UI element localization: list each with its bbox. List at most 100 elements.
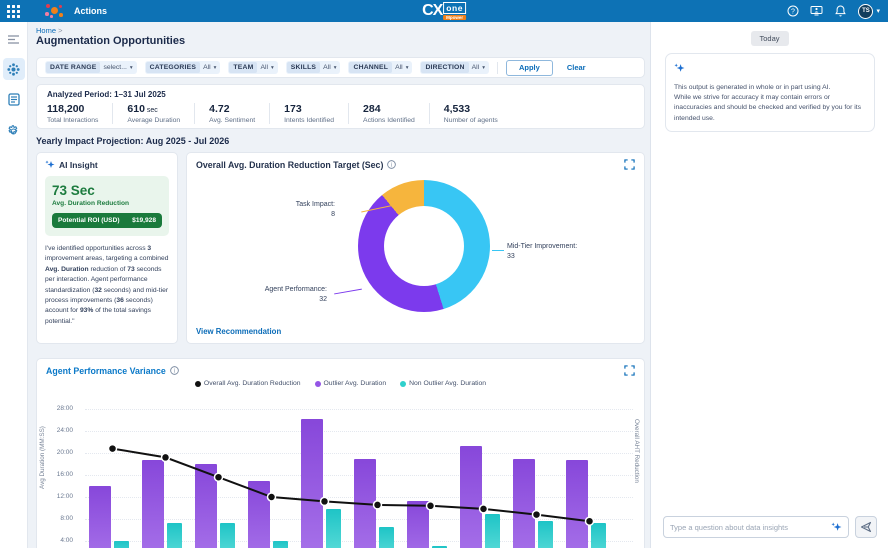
help-icon[interactable]: ? [786, 5, 799, 18]
sidebar-item-automation[interactable] [3, 58, 25, 80]
cxone-logo-cx: CX [422, 3, 442, 19]
y-axis-tick-left: 28:00 [47, 405, 73, 412]
filter-skills[interactable]: SKILLSAll▾ [286, 61, 341, 74]
donut-chart-title: Overall Avg. Duration Reduction Target (… [196, 160, 383, 170]
y-axis-tick-left: 16:00 [47, 471, 73, 478]
expand-icon[interactable] [624, 159, 635, 170]
stat-value: 4,533 [444, 103, 498, 115]
filter-channel[interactable]: CHANNELAll▾ [348, 61, 412, 74]
overall-reduction-line [85, 399, 633, 548]
line-data-point [268, 493, 276, 501]
top-bar: Actions CX one Mpower ? TS ▾ [0, 0, 888, 22]
roi-label: Potential ROI (USD) [58, 217, 120, 224]
screen-share-icon[interactable] [810, 5, 823, 18]
sidebar-item-menu[interactable] [3, 28, 25, 50]
user-menu[interactable]: TS ▾ [858, 4, 880, 19]
donut-chart: Task Impact:8 Mid-Tier Improvement:33 Ag… [196, 170, 635, 322]
donut-label-value: 8 [296, 210, 335, 220]
breadcrumb-separator: > [58, 26, 62, 35]
line-data-point [215, 473, 223, 481]
cxone-logo: CX one Mpower [422, 0, 466, 22]
info-icon[interactable]: i [387, 160, 396, 169]
stat-average-duration: 610 sec Average Duration [112, 103, 194, 124]
legend-item-non-outlier-avg-duration[interactable]: Non Outlier Avg. Duration [400, 380, 486, 387]
filter-value: All [257, 64, 271, 71]
page-title: Augmentation Opportunities [36, 35, 185, 47]
main-content: Home > Augmentation Opportunities DATE R… [28, 22, 650, 548]
view-recommendation-link[interactable]: View Recommendation [196, 327, 281, 336]
stat-intents-identified: 173Intents Identified [269, 103, 348, 124]
filter-value: All [469, 64, 483, 71]
stat-label: Avg. Sentiment [209, 117, 255, 124]
analyzed-period-title: Analyzed Period: 1–31 Jul 2025 [47, 90, 634, 99]
notifications-bell-icon[interactable] [834, 5, 847, 18]
legend-item-overall-avg-duration-reduction[interactable]: Overall Avg. Duration Reduction [195, 380, 301, 387]
filter-date-range[interactable]: DATE RANGEselect...▾ [45, 61, 137, 74]
chat-input[interactable]: Type a question about data insights [663, 516, 849, 538]
ai-insight-title: AI Insight [59, 160, 98, 170]
analyzed-period-card: Analyzed Period: 1–31 Jul 2025 118,200To… [36, 84, 645, 129]
filter-divider [497, 62, 498, 74]
stat-label: Average Duration [127, 117, 180, 124]
filter-team[interactable]: TEAMAll▾ [228, 61, 277, 74]
chevron-down-icon: ▾ [406, 65, 411, 71]
ai-assistant-panel: Today This output is generated in whole … [650, 22, 888, 548]
donut-connector [492, 250, 504, 251]
filter-label: SKILLS [287, 62, 320, 73]
donut-connector [334, 289, 362, 295]
expand-icon[interactable] [624, 365, 635, 376]
ai-sparkle-icon[interactable] [831, 522, 842, 533]
info-icon[interactable]: i [170, 366, 179, 375]
cxone-logo-sub: Mpower [443, 15, 466, 20]
chevron-down-icon: ▾ [214, 65, 219, 71]
duration-reduction-label: Avg. Duration Reduction [52, 200, 162, 207]
chevron-down-icon: ▾ [482, 65, 487, 71]
stat-label: Total Interactions [47, 117, 98, 124]
y-axis-tick-left: 20:00 [47, 449, 73, 456]
icon-sidebar [0, 22, 28, 548]
breadcrumb[interactable]: Home > [36, 26, 63, 35]
filter-label: DIRECTION [421, 62, 468, 73]
clear-button[interactable]: Clear [567, 63, 586, 72]
sidebar-item-settings[interactable] [3, 118, 25, 140]
cxone-logo-one: one [443, 2, 466, 14]
filter-label: TEAM [229, 62, 257, 73]
today-chip: Today [750, 31, 788, 46]
filter-direction[interactable]: DIRECTIONAll▾ [420, 61, 489, 74]
legend-item-outlier-avg-duration[interactable]: Outlier Avg. Duration [315, 380, 387, 387]
app-window: Actions CX one Mpower ? TS ▾ [0, 0, 888, 548]
sidebar-item-reports[interactable] [3, 88, 25, 110]
breadcrumb-home[interactable]: Home [36, 26, 56, 35]
ai-disclaimer-text: This output is generated in whole or in … [674, 83, 866, 124]
y-axis-tick-left: 8:00 [47, 515, 73, 522]
donut-label-text: Agent Performance: [265, 285, 327, 295]
stat-value: 610 sec [127, 103, 180, 115]
send-button[interactable] [855, 516, 877, 538]
avatar[interactable]: TS [858, 4, 873, 19]
ai-disclaimer-card: This output is generated in whole or in … [665, 53, 875, 132]
donut-label-value: 33 [507, 252, 577, 262]
filter-value: All [320, 64, 334, 71]
stat-label: Intents Identified [284, 117, 334, 124]
legend-label: Overall Avg. Duration Reduction [204, 380, 301, 387]
donut-label-value: 32 [265, 295, 327, 305]
stat-avg.-sentiment: 4.72Avg. Sentiment [194, 103, 269, 124]
roi-pill: Potential ROI (USD) $19,928 [52, 213, 162, 228]
bar-chart-plot: 28:00324:002.520:00216:001.512:0018:000.… [85, 399, 633, 548]
line-data-point [321, 497, 329, 505]
app-launcher-icon[interactable] [7, 5, 20, 18]
filter-categories[interactable]: CATEGORIESAll▾ [145, 61, 221, 74]
ai-insight-card: AI Insight 73 Sec Avg. Duration Reductio… [36, 152, 178, 344]
y-axis-tick-left: 12:00 [47, 493, 73, 500]
stat-value: 284 [363, 103, 415, 115]
stats-row: 118,200Total Interactions 610 sec Average … [47, 103, 634, 124]
filter-label: CHANNEL [349, 62, 392, 73]
actions-logo-icon [44, 3, 64, 19]
chevron-down-icon: ▾ [876, 7, 880, 15]
ai-insight-paragraph: I've identified opportunities across 3 i… [45, 244, 169, 327]
apply-button[interactable]: Apply [506, 60, 553, 76]
stat-total-interactions: 118,200Total Interactions [47, 103, 112, 124]
filter-value: select... [100, 64, 129, 71]
filter-label: DATE RANGE [46, 62, 100, 73]
stat-number-of-agents: 4,533Number of agents [429, 103, 512, 124]
